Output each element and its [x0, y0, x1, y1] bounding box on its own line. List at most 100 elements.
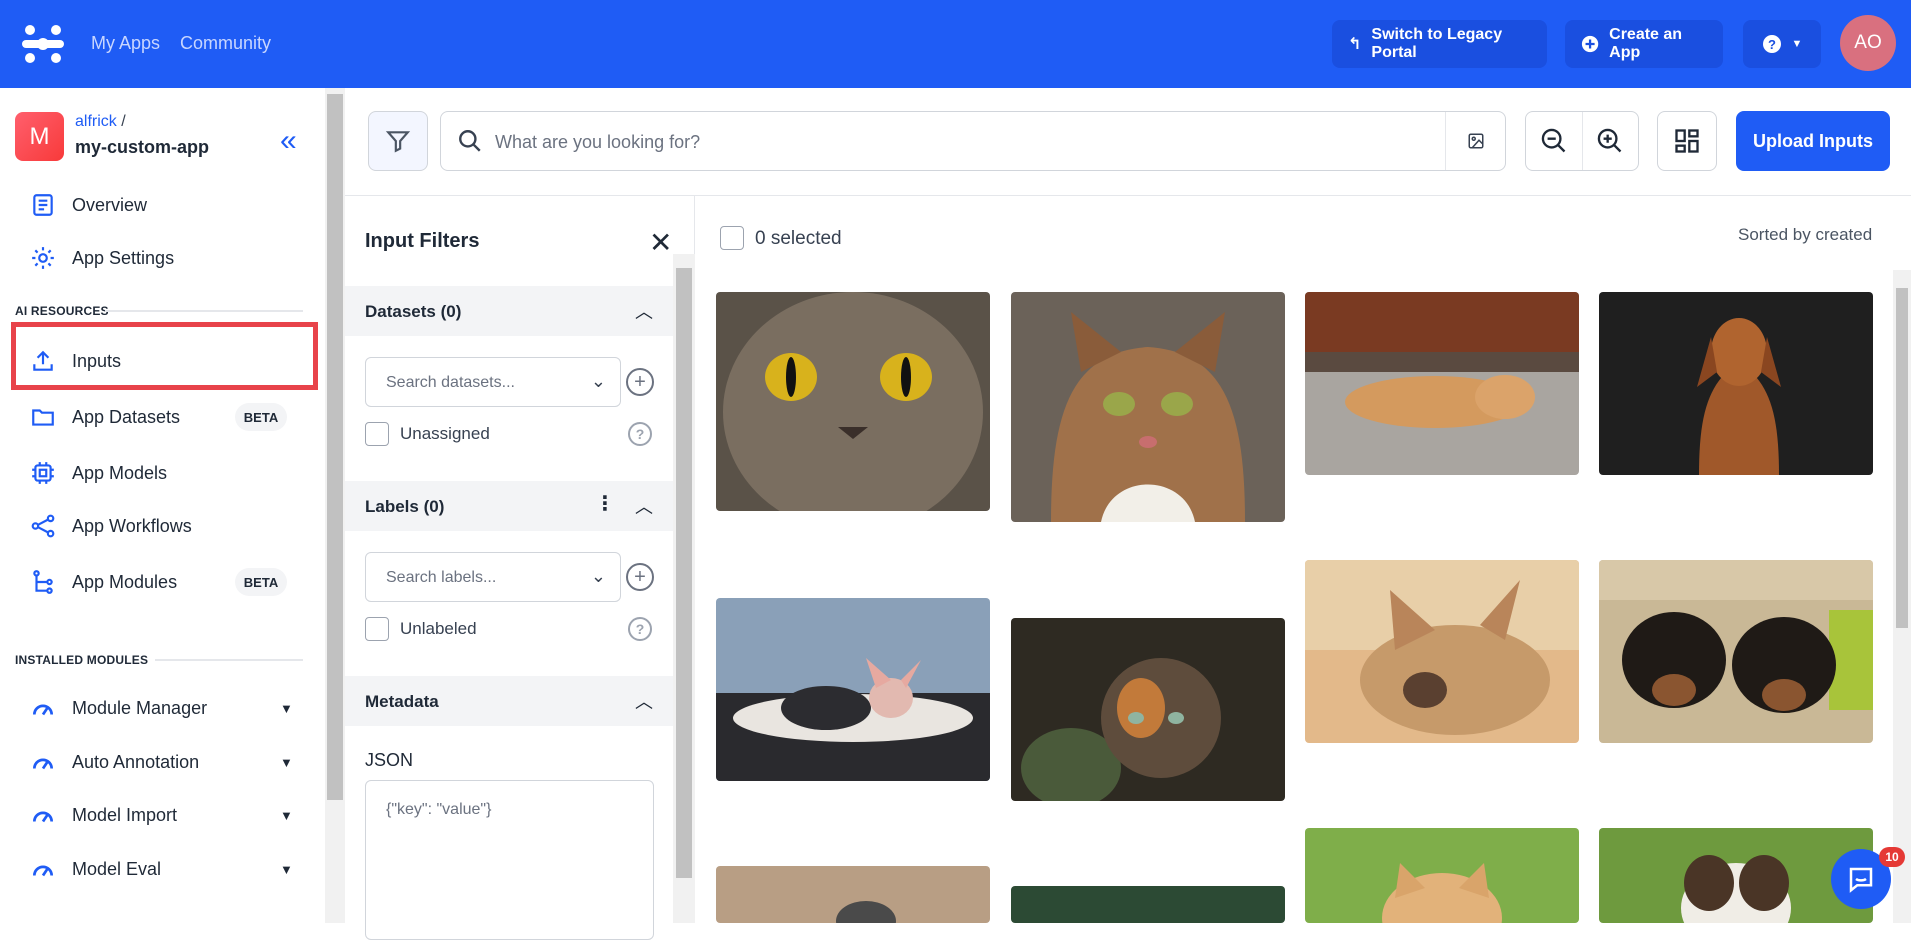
- filters-scrollbar[interactable]: [673, 254, 695, 923]
- cat-closeup-image: [716, 292, 990, 511]
- upload-inputs-button[interactable]: Upload Inputs: [1736, 111, 1890, 171]
- image-tile[interactable]: [1011, 292, 1285, 522]
- clarifai-logo[interactable]: [20, 22, 66, 66]
- selected-count: 0 selected: [755, 228, 842, 249]
- caret-down-icon[interactable]: ▼: [280, 755, 293, 770]
- share-icon: [31, 514, 55, 538]
- document-icon: [33, 194, 53, 216]
- help-icon: ?: [1762, 35, 1781, 53]
- image-tile[interactable]: [1305, 560, 1579, 743]
- collapse-sidebar-icon[interactable]: «: [280, 124, 297, 158]
- sort-label[interactable]: Sorted by created: [1738, 225, 1872, 245]
- breadcrumb: alfrick /: [75, 113, 126, 130]
- sidebar-item-overview[interactable]: Overview: [30, 185, 147, 225]
- module-gauge-icon: [32, 865, 54, 877]
- datasets-section-header[interactable]: Datasets (0) ︿: [345, 286, 673, 336]
- sleeping-kitten-image: [1305, 292, 1579, 475]
- labels-search-select[interactable]: Search labels... ⌄: [365, 552, 621, 602]
- sidebar-scrollbar[interactable]: [325, 88, 345, 923]
- module-gauge-icon: [32, 704, 54, 716]
- chat-icon: [1849, 867, 1873, 893]
- caret-down-icon[interactable]: ▼: [280, 808, 293, 823]
- calico-cat-image: [1011, 618, 1285, 801]
- beta-badge: BETA: [235, 403, 287, 431]
- labels-section-header[interactable]: Labels (0) ⋮ ︿: [345, 481, 673, 531]
- zoom-out-icon: [1541, 128, 1566, 153]
- sidebar-item-app-workflows[interactable]: App Workflows: [30, 506, 192, 546]
- tree-icon: [33, 570, 53, 594]
- scrollbar-thumb[interactable]: [327, 94, 343, 800]
- add-dataset-button[interactable]: +: [626, 368, 654, 396]
- layout-toggle-button[interactable]: [1657, 111, 1717, 171]
- sidebar-item-app-datasets[interactable]: App Datasets: [30, 397, 180, 437]
- search-bar[interactable]: What are you looking for?: [440, 111, 1506, 171]
- image-tile[interactable]: [1305, 292, 1579, 475]
- filter-icon: [385, 131, 411, 153]
- zoom-out-button[interactable]: [1526, 112, 1583, 170]
- chevron-up-icon: ︿: [635, 497, 653, 517]
- filter-toggle-button[interactable]: [368, 111, 428, 171]
- image-tile[interactable]: [716, 292, 990, 511]
- cat-wooden-wall-image: [716, 866, 990, 923]
- image-tile[interactable]: [716, 598, 990, 781]
- user-avatar[interactable]: AO: [1840, 15, 1896, 71]
- datasets-search-select[interactable]: Search datasets... ⌄: [365, 357, 621, 407]
- module-gauge-icon: [32, 758, 54, 770]
- help-menu-button[interactable]: ? ▼: [1743, 20, 1821, 68]
- search-icon: [459, 130, 481, 152]
- sidebar: M alfrick / my-custom-app « Overview App…: [0, 88, 325, 923]
- metadata-section-header[interactable]: Metadata ︿: [345, 676, 673, 726]
- zoom-controls: [1525, 111, 1639, 171]
- scrollbar-thumb[interactable]: [1896, 288, 1908, 628]
- image-search-button[interactable]: [1445, 112, 1505, 170]
- green-dark-image: [1011, 886, 1285, 923]
- sidebar-item-auto-annotation[interactable]: Auto Annotation: [30, 742, 199, 782]
- owner-link[interactable]: alfrick: [75, 113, 117, 130]
- plus-circle-icon: [1581, 35, 1599, 53]
- grid-scrollbar[interactable]: [1893, 270, 1911, 923]
- zoom-in-button[interactable]: [1583, 112, 1639, 170]
- select-all-checkbox[interactable]: [720, 226, 744, 250]
- nav-community[interactable]: Community: [180, 33, 271, 54]
- undo-arrow-icon: ↰: [1348, 36, 1362, 53]
- app-name: my-custom-app: [75, 137, 210, 157]
- image-tile[interactable]: [1011, 886, 1285, 923]
- image-tile[interactable]: [1599, 560, 1873, 743]
- create-app-button[interactable]: Create an App: [1565, 20, 1723, 68]
- json-textarea[interactable]: {"key": "value"}: [365, 780, 654, 940]
- unassigned-checkbox[interactable]: [365, 422, 389, 446]
- add-label-button[interactable]: +: [626, 563, 654, 591]
- section-ai-resources: AI RESOURCES: [15, 304, 109, 318]
- image-tile[interactable]: [716, 866, 990, 923]
- close-icon[interactable]: ✕: [649, 226, 672, 259]
- image-tile[interactable]: [1305, 828, 1579, 923]
- more-options-icon[interactable]: ⋮: [595, 491, 615, 516]
- unlabeled-label: Unlabeled: [400, 619, 477, 638]
- sidebar-item-module-manager[interactable]: Module Manager: [30, 688, 207, 728]
- svg-text:?: ?: [1768, 37, 1776, 52]
- nav-my-apps[interactable]: My Apps: [91, 33, 160, 54]
- sidebar-item-model-import[interactable]: Model Import: [30, 795, 177, 835]
- caret-down-icon[interactable]: ▼: [280, 701, 293, 716]
- unlabeled-checkbox[interactable]: [365, 617, 389, 641]
- json-label: JSON: [365, 750, 414, 770]
- zoom-in-icon: [1598, 128, 1622, 153]
- brown-dog-image: [1599, 292, 1873, 475]
- image-tile[interactable]: [1011, 618, 1285, 801]
- sidebar-item-app-models[interactable]: App Models: [30, 453, 167, 493]
- selection-highlight: [11, 322, 318, 390]
- sidebar-item-app-modules[interactable]: App Modules: [30, 562, 177, 602]
- chevron-down-icon: ⌄: [590, 371, 606, 391]
- help-icon[interactable]: ?: [628, 617, 652, 641]
- sidebar-item-app-settings[interactable]: App Settings: [30, 238, 174, 278]
- caret-down-icon[interactable]: ▼: [280, 862, 293, 877]
- image-tile[interactable]: [1599, 292, 1873, 475]
- filters-title: Input Filters: [365, 230, 480, 252]
- scrollbar-thumb[interactable]: [676, 268, 692, 878]
- sidebar-item-model-eval[interactable]: Model Eval: [30, 849, 161, 889]
- grid-layout-icon: [1675, 129, 1699, 153]
- switch-legacy-button[interactable]: ↰ Switch to Legacy Portal: [1332, 20, 1547, 68]
- search-input[interactable]: What are you looking for?: [495, 132, 700, 153]
- help-icon[interactable]: ?: [628, 422, 652, 446]
- top-navbar: My Apps Community ↰ Switch to Legacy Por…: [0, 0, 1911, 88]
